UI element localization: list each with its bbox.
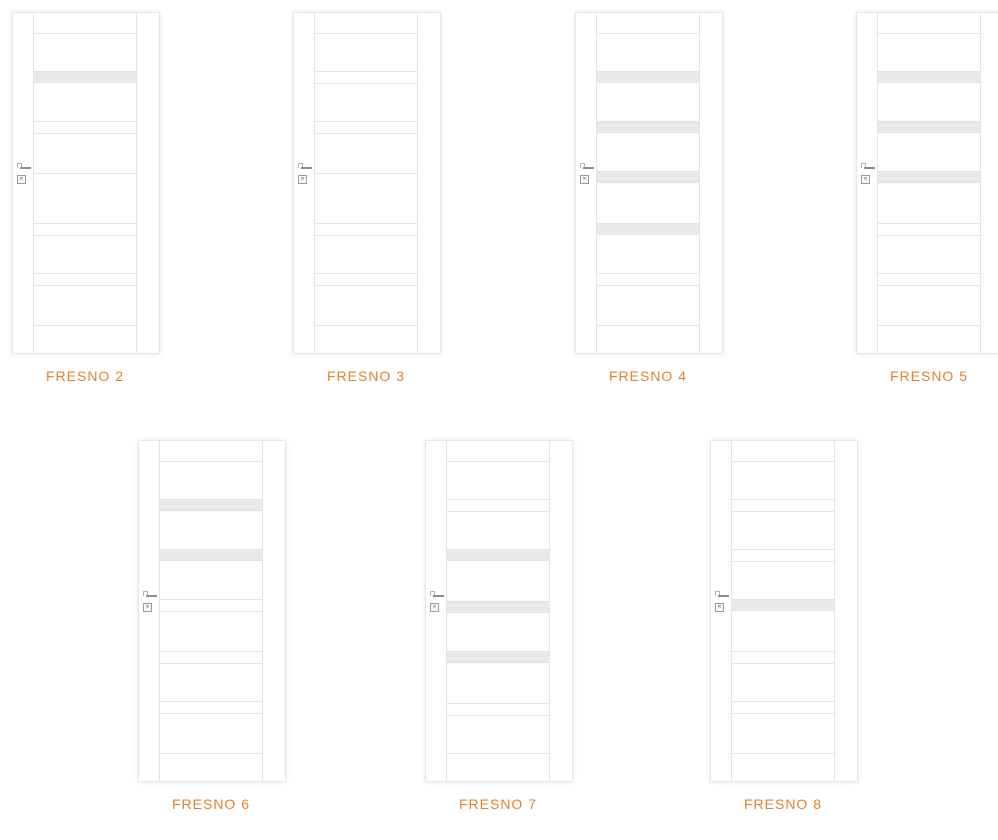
product-card-fresno-7[interactable]: × FRESNO 7: [425, 440, 575, 840]
handle-icon: [580, 163, 596, 171]
handle-icon: [298, 163, 314, 171]
glass-panel: [597, 171, 699, 183]
product-label[interactable]: FRESNO 4: [575, 368, 721, 384]
door-image[interactable]: ×: [293, 12, 441, 354]
door-image[interactable]: ×: [856, 12, 998, 354]
product-card-fresno-6[interactable]: × FRESNO 6: [138, 440, 288, 840]
glass-panel: [597, 71, 699, 83]
door-image[interactable]: ×: [425, 440, 573, 782]
product-label[interactable]: FRESNO 6: [138, 796, 284, 812]
product-label[interactable]: FRESNO 3: [293, 368, 439, 384]
product-card-fresno-4[interactable]: × FRESNO 4: [575, 12, 725, 412]
door-image[interactable]: ×: [575, 12, 723, 354]
glass-panel: [447, 601, 549, 613]
product-label[interactable]: FRESNO 7: [425, 796, 571, 812]
product-label[interactable]: FRESNO 5: [856, 368, 998, 384]
product-card-fresno-2[interactable]: × FRESNO 2: [12, 12, 162, 412]
glass-panel: [160, 549, 262, 561]
glass-panel: [34, 71, 136, 83]
glass-panel: [447, 549, 549, 561]
handle-icon: [17, 163, 33, 171]
handle-icon: [861, 163, 877, 171]
product-label[interactable]: FRESNO 8: [710, 796, 856, 812]
lock-icon: ×: [17, 175, 26, 184]
glass-panel: [597, 223, 699, 235]
product-label[interactable]: FRESNO 2: [12, 368, 158, 384]
lock-icon: ×: [298, 175, 307, 184]
product-card-fresno-8[interactable]: × FRESNO 8: [710, 440, 860, 840]
glass-panel: [878, 71, 980, 83]
glass-panel: [447, 651, 549, 663]
door-image[interactable]: ×: [710, 440, 858, 782]
glass-panel: [597, 121, 699, 133]
door-image[interactable]: ×: [138, 440, 286, 782]
lock-icon: ×: [580, 175, 589, 184]
lock-icon: ×: [143, 603, 152, 612]
handle-icon: [715, 591, 731, 599]
product-card-fresno-5[interactable]: × FRESNO 5: [856, 12, 998, 412]
door-image[interactable]: ×: [12, 12, 160, 354]
lock-icon: ×: [861, 175, 870, 184]
handle-icon: [430, 591, 446, 599]
product-card-fresno-3[interactable]: × FRESNO 3: [293, 12, 443, 412]
lock-icon: ×: [715, 603, 724, 612]
glass-panel: [160, 499, 262, 511]
lock-icon: ×: [430, 603, 439, 612]
glass-panel: [878, 121, 980, 133]
glass-panel: [732, 599, 834, 611]
glass-panel: [878, 171, 980, 183]
handle-icon: [143, 591, 159, 599]
